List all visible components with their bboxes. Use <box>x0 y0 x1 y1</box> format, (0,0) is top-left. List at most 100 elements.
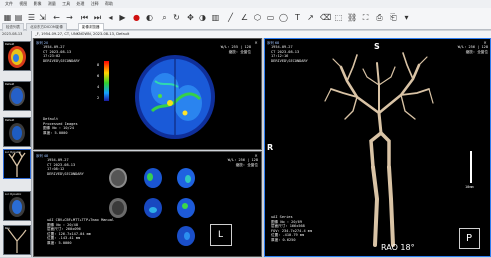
more-icon[interactable]: ▾ <box>402 13 411 22</box>
ttp-map-panel <box>177 198 195 218</box>
series-thumbnail-6[interactable]: Rev. <box>3 225 31 255</box>
vessel-reconstruction <box>324 52 434 247</box>
cbar-tick: 8 <box>97 63 99 67</box>
brain-perfusion-map <box>135 55 215 139</box>
window-level-overlay: W/L: 255 | 128 缩放: 全窗位 <box>220 45 251 54</box>
patient-title-bar: _F, 1954-09-27, CT, UNKNOWN, 2023-08-13,… <box>32 31 491 38</box>
thumb-label: Lvl: Dynamic <box>5 151 22 154</box>
perfusion-thumb-image <box>8 46 26 68</box>
window-level-overlay: W/L: 256 | 128 缩放: 全窗位 <box>227 158 258 167</box>
fullscreen-icon[interactable]: ⛶ <box>361 13 370 22</box>
prev-icon[interactable]: ◂ <box>106 13 115 22</box>
series-info-overlay: uAI Series 图像 No : 20/69 层面尺寸: 166x568 F… <box>271 215 313 242</box>
series-layout-icon[interactable]: ▤ <box>14 13 23 22</box>
line-measure-icon[interactable]: ╱ <box>226 13 235 22</box>
menu-image[interactable]: 影像 <box>34 0 42 8</box>
text-icon[interactable]: T <box>293 13 302 22</box>
patient-info-overlay: 1954-09-27 CT 2023-08-13 17:08:12 DERIVE… <box>47 158 84 176</box>
series-thumbnail-1[interactable]: Default <box>3 41 31 71</box>
rotate-icon[interactable]: ↻ <box>172 13 181 22</box>
menu-file[interactable]: 文件 <box>5 0 13 8</box>
orientation-cube: L <box>210 224 232 246</box>
view-angle-label: RAO 18° <box>381 243 415 252</box>
tab-strip: 检查列表 北京东方DICOM影像 影像浏览器 <box>0 23 491 31</box>
orientation-right: R <box>267 143 274 152</box>
ct-thumb-image <box>9 86 25 106</box>
ct-thumb-panel <box>109 168 127 188</box>
cbar-tick: 4 <box>97 85 100 89</box>
series-info-overlay: Default Processed Images 图像 No : 10/24 厚… <box>43 117 78 135</box>
thumb-label: Default <box>5 43 15 46</box>
menu-bar: 文件 视图 影像 测量 工具 处理 注释 帮助 <box>0 0 491 8</box>
window-level-overlay: W/L: 256 | 128 缩放: 全窗位 <box>457 45 488 54</box>
rectangle-roi-icon[interactable]: ▭ <box>266 13 275 22</box>
list-icon[interactable]: ☰ <box>27 13 36 22</box>
screenshot-icon[interactable]: ⎙ <box>375 13 384 22</box>
thumb-label: Default <box>5 83 15 86</box>
series-info-overlay: uAI CBV+CBF+MTT+TTP+Tmax Manual 图像 No : … <box>47 218 115 245</box>
viewport-3d-vessels[interactable]: 序列 68 ✕ 1954-09-27 CT 2023-08-13 17:12:1… <box>264 38 491 257</box>
thumb-label: Lvl: Dynamic <box>5 193 22 196</box>
patient-info-overlay: 1954-09-27 CT 2023-08-13 17:12:16 DERIVE… <box>271 45 308 63</box>
series-thumbnail-4[interactable]: Lvl: Dynamic <box>3 149 31 179</box>
select-icon[interactable]: ⬚ <box>334 13 343 22</box>
menu-help[interactable]: 帮助 <box>105 0 113 8</box>
arrow-annotation-icon[interactable]: ↗ <box>306 13 315 22</box>
thumb-label: Default <box>5 119 15 122</box>
tab-dicom-images[interactable]: 北京东方DICOM影像 <box>26 23 67 31</box>
menu-measure[interactable]: 测量 <box>48 0 56 8</box>
scale-bar <box>470 151 472 183</box>
play-icon[interactable]: ▶ <box>118 13 127 22</box>
viewport-perfusion-axial[interactable]: 序列 20 ✕ 1954-09-27 CT 2023-08-13 17:23:0… <box>33 38 262 150</box>
vessel-thumb-image <box>8 151 26 177</box>
series-thumbnail-5[interactable]: Lvl: Dynamic <box>3 191 31 221</box>
grid-layout-icon[interactable]: ▦ <box>3 13 12 22</box>
polygon-icon[interactable]: ⬡ <box>253 13 262 22</box>
forward-arrow-icon[interactable]: → <box>65 13 74 22</box>
orientation-cube: P <box>459 228 480 249</box>
orientation-letter: L <box>218 230 224 240</box>
stack-icon[interactable]: ▥ <box>211 13 220 22</box>
cbar-tick: 2 <box>97 96 99 100</box>
contrast-icon[interactable]: ◑ <box>198 13 207 22</box>
thumb-label: Rev. <box>5 227 11 230</box>
patient-info-overlay: 1954-09-27 CT 2023-08-13 17:23:02 DERIVE… <box>43 45 80 63</box>
ct-thumb-image <box>9 197 25 217</box>
eraser-icon[interactable]: ⌫ <box>320 13 331 22</box>
scale-bar-label: 10mm <box>465 185 474 189</box>
angle-icon[interactable]: ∠ <box>240 13 249 22</box>
orientation-letter: P <box>466 233 473 244</box>
ct-thumb-panel <box>109 198 127 218</box>
export-icon[interactable]: ⇲ <box>38 13 47 22</box>
close-icon[interactable]: ✕ <box>253 40 259 45</box>
last-frame-icon[interactable]: ⏭ <box>93 13 102 22</box>
window-level-icon[interactable]: ◐ <box>145 13 154 22</box>
series-thumbnail-3[interactable]: Default <box>3 117 31 147</box>
cbar-tick: 6 <box>97 74 99 78</box>
viewport-perfusion-grid[interactable]: 序列 48 ✕ 1954-09-27 CT 2023-08-13 17:08:1… <box>33 151 262 257</box>
ellipse-roi-icon[interactable]: ◯ <box>279 13 288 22</box>
mtt-map-panel <box>144 198 162 218</box>
tmax-map-panel <box>177 226 195 246</box>
vessel-thumb-image <box>7 228 27 253</box>
back-arrow-icon[interactable]: ← <box>52 13 61 22</box>
record-icon[interactable]: ● <box>132 13 141 22</box>
cbf-map-panel <box>177 168 195 188</box>
color-scale-bar: 8 6 4 2 <box>97 61 109 101</box>
study-date: 2023-08-13 <box>2 32 23 36</box>
tab-image-viewer[interactable]: 影像浏览器 <box>78 23 104 31</box>
menu-annotate[interactable]: 注释 <box>91 0 99 8</box>
menu-view[interactable]: 视图 <box>19 0 27 8</box>
move-icon[interactable]: ✥ <box>186 13 195 22</box>
ct-thumb-image <box>9 123 25 143</box>
print-icon[interactable]: ⎗ <box>389 13 398 22</box>
menu-tools[interactable]: 工具 <box>62 0 70 8</box>
link-icon[interactable]: ⛓ <box>347 13 357 22</box>
tab-study-list[interactable]: 检查列表 <box>2 23 24 31</box>
first-frame-icon[interactable]: ⏮ <box>80 13 89 22</box>
menu-process[interactable]: 处理 <box>76 0 84 8</box>
series-thumbnail-2[interactable]: Default <box>3 81 31 111</box>
cbv-map-panel <box>144 168 162 188</box>
series-sidebar: 2023-08-13 Default Default Default Lvl: … <box>0 31 32 257</box>
zoom-icon[interactable]: ⌕ <box>160 13 169 22</box>
